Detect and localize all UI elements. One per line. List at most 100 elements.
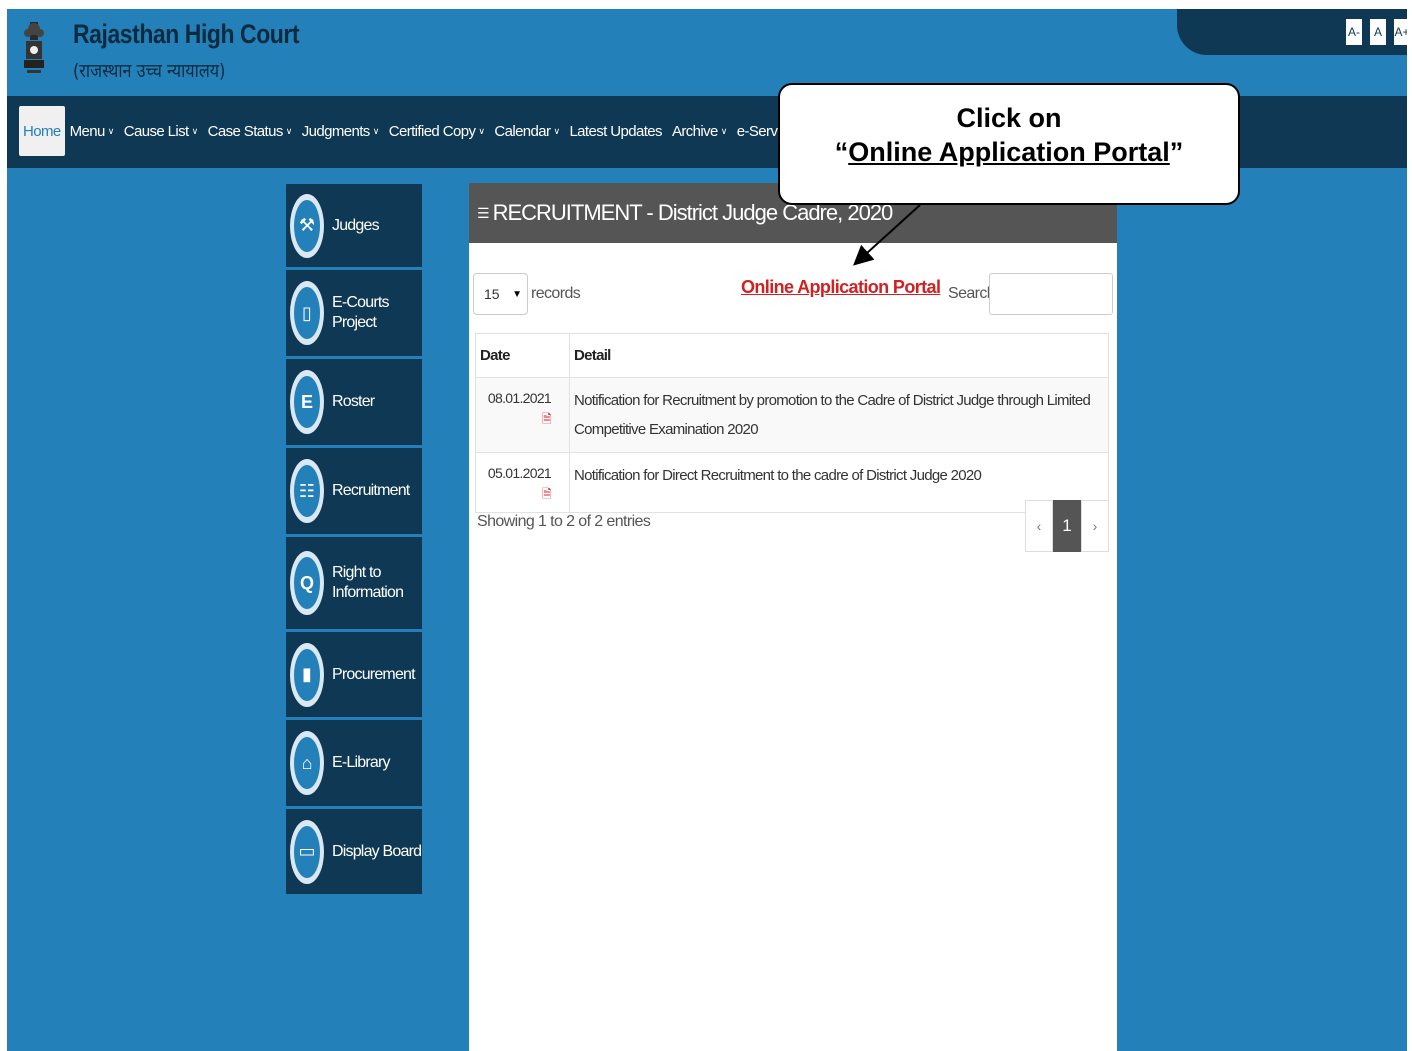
online-application-portal-link[interactable]: Online Application Portal (741, 277, 941, 298)
gavel-icon: ⚒ (290, 193, 324, 258)
header-right-bar: A- A A+ (1177, 9, 1407, 55)
book-icon: ▯ (290, 281, 324, 345)
column-header-detail[interactable]: Detail (569, 333, 1109, 378)
table-controls: 15 ▼ records Online Application Portal S… (469, 243, 1117, 323)
letter-e-icon: E (290, 370, 324, 434)
notebook-icon-glyph: ▮ (294, 648, 320, 701)
sidebar-item-label: Right to Information (332, 564, 404, 601)
notebook-icon: ▮ (290, 642, 324, 707)
pager-next-button[interactable]: › (1081, 500, 1109, 552)
table-info: Showing 1 to 2 of 2 entries (477, 513, 651, 530)
page-frame: Rajasthan High Court (राजस्थान उच्च न्या… (7, 9, 1407, 1051)
sidebar-item-roster[interactable]: E Roster (286, 359, 422, 448)
table-row: 08.01.2021 🗎 Notification for Recruitment… (475, 377, 1109, 453)
callout-line-2: “Online Application Portal” (780, 135, 1238, 169)
sidebar-item-e-library[interactable]: ⌂ E-Library (286, 720, 422, 809)
nav-item-menu[interactable]: Menu ∨ (65, 123, 119, 140)
sidebar-item-label: Roster (332, 393, 375, 410)
site-title: Rajasthan High Court (73, 19, 300, 49)
pager-page-1[interactable]: 1 (1053, 500, 1081, 552)
sidebar-item-label: E-Courts Project (332, 294, 390, 331)
pager-prev-button[interactable]: ‹ (1025, 500, 1053, 552)
callout-quote-open: “ (834, 137, 849, 167)
records-length-select[interactable]: 15 ▼ (473, 273, 528, 315)
list-icon: ☰ (477, 204, 490, 221)
sidebar-item-procurement[interactable]: ▮ Procurement (286, 632, 422, 720)
gavel-icon-glyph: ⚒ (294, 199, 320, 252)
sidebar-item-e-courts-project[interactable]: ▯ E-Courts Project (286, 270, 422, 359)
nav-item-archive[interactable]: Archive ∨ (667, 123, 732, 140)
font-size-controls: A- A A+ (1345, 18, 1407, 46)
nav-item-label: Calendar (494, 122, 551, 140)
callout-annotation: Click on “Online Application Portal” (778, 83, 1240, 205)
row-date: 05.01.2021 🗎 (475, 452, 570, 513)
book-icon-glyph: ▯ (294, 287, 320, 339)
sidebar-item-label: Recruitment (332, 482, 410, 499)
sidebar-item-right-to-information[interactable]: Q Right to Information (286, 537, 422, 632)
site-subtitle: (राजस्थान उच्च न्यायालय) (73, 60, 226, 82)
table-header-row: Date Detail (475, 333, 1109, 378)
records-length-value: 15 (484, 286, 500, 302)
pdf-icon[interactable]: 🗎 (542, 487, 552, 501)
sidebar-item-label: Display Board (332, 842, 422, 860)
chevron-down-icon: ∨ (478, 125, 485, 136)
chevron-down-icon: ∨ (191, 125, 199, 136)
sidebar-item-label: E-Library (332, 754, 391, 771)
nav-item-home[interactable]: Home (19, 106, 65, 156)
font-decrease-button[interactable]: A- (1345, 18, 1363, 46)
sidebar-item-display-board[interactable]: ▭ Display Board (286, 809, 422, 897)
pagination: ‹ 1 › (1025, 500, 1109, 552)
callout-quote-close: ” (1169, 137, 1184, 167)
callout-link-text: Online Application Portal (848, 137, 1170, 167)
nav-item-latest-updates[interactable]: Latest Updates (564, 123, 667, 140)
recruitment-table: Date Detail 08.01.2021 🗎 Notification for… (475, 333, 1109, 513)
column-header-date[interactable]: Date (475, 333, 570, 378)
letter-e-icon-glyph: E (294, 376, 320, 428)
font-reset-button[interactable]: A (1369, 18, 1387, 46)
search-input[interactable] (989, 273, 1113, 315)
emblem-icon (24, 22, 44, 73)
row-date-text: 05.01.2021 (487, 465, 552, 481)
callout-line-1: Click on (956, 103, 1062, 133)
sidebar-item-judges[interactable]: ⚒ Judges (286, 184, 422, 270)
nav-item-label: Archive (671, 122, 718, 140)
nav-item-cause-list[interactable]: Cause List ∨ (119, 123, 203, 140)
font-increase-button[interactable]: A+ (1393, 18, 1407, 46)
nav-item-label: Certified Copy (388, 122, 476, 140)
sidebar-item-label: Procurement (332, 665, 416, 683)
magnifier-icon-glyph: Q (294, 557, 320, 609)
chevron-down-icon: ∨ (285, 125, 293, 136)
chevron-down-icon: ∨ (553, 125, 560, 136)
table-row: 05.01.2021🗎 Notification for Direct Recr… (475, 452, 1109, 513)
chevron-down-icon: ▼ (512, 288, 522, 300)
nav-item-calendar[interactable]: Calendar ∨ (489, 123, 564, 140)
nav-item-certified-copy[interactable]: Certified Copy ∨ (384, 123, 490, 140)
monitor-icon: ▭ (290, 819, 324, 884)
row-detail[interactable]: Notification for Recruitment by promotio… (569, 377, 1109, 453)
nav-item-case-status[interactable]: Case Status ∨ (203, 123, 297, 140)
sidebar-item-recruitment[interactable]: ☷ Recruitment (286, 448, 422, 537)
nav-item-label: Menu (69, 122, 106, 140)
id-card-icon-glyph: ☷ (294, 465, 320, 517)
nav-item-label: Judgments (301, 122, 371, 140)
chevron-down-icon: ∨ (107, 125, 115, 136)
chevron-down-icon: ∨ (720, 125, 728, 136)
nav-item-label: Home (23, 122, 61, 140)
pdf-icon[interactable]: 🗎 (542, 412, 552, 426)
nav-item-label: Cause List (123, 122, 189, 140)
row-date: 08.01.2021 🗎 (475, 377, 570, 453)
records-label: records (531, 285, 581, 302)
recruitment-panel: ☰ RECRUITMENT - District Judge Cadre, 20… (469, 183, 1117, 1051)
library-icon-glyph: ⌂ (294, 737, 320, 789)
row-date-text: 08.01.2021 (487, 390, 552, 406)
id-card-icon: ☷ (290, 459, 324, 523)
side-menu: ⚒ Judges ▯ E-Courts Project E Roster ☷ Recruitm… (286, 184, 422, 897)
sidebar-item-label: Judges (332, 216, 380, 234)
magnifier-icon: Q (290, 551, 324, 615)
chevron-down-icon: ∨ (372, 125, 380, 136)
nav-item-label: Latest Updates (569, 122, 662, 140)
monitor-icon-glyph: ▭ (294, 825, 320, 878)
nav-item-label: Case Status (207, 122, 284, 140)
nav-item-judgments[interactable]: Judgments ∨ (297, 123, 384, 140)
nav-items: Home Menu ∨ Cause List ∨ Case Status ∨ Judgment… (19, 106, 910, 156)
